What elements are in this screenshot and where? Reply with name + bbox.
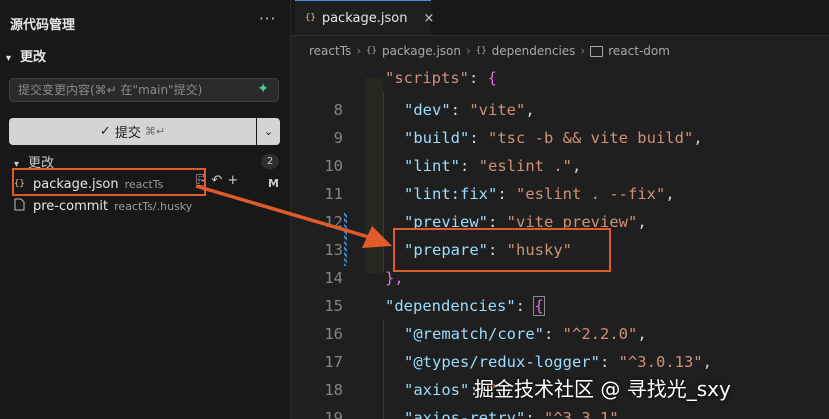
line-number: 8 [333,101,343,119]
tab-label: package.json [321,10,408,26]
line-number: 18 [324,381,343,399]
file-path: reactTs/.husky [114,199,193,213]
code-line: 15 "dependencies": { [291,292,829,320]
code-line: 9 "build": "tsc -b && vite build", [291,124,829,152]
changed-file-row[interactable]: pre-commit reactTs/.husky [14,195,192,217]
brace: { [533,296,545,316]
json-key: "build" [404,129,470,147]
code-line: 10 "lint": "eslint .", [291,152,829,180]
json-value: "eslint ." [478,157,572,175]
json-file-icon: {} [305,13,316,23]
chevron-right-icon: › [465,44,471,58]
commit-dropdown-button[interactable]: ⌄ [257,118,280,145]
code-line: 19 "axios-retry": "^3.3.1", [291,404,829,419]
sparkle-icon[interactable]: ✦ [257,81,269,97]
modified-status-badge: M [268,177,279,190]
breadcrumb-item[interactable]: react-dom [608,44,670,58]
highlight-box [393,228,611,272]
json-key: "axios-retry" [404,409,526,419]
file-name: pre-commit [33,198,109,214]
property-icon [590,45,604,57]
breadcrumb-item[interactable]: reactTs [309,44,351,58]
json-key: "@types/redux-logger" [404,353,600,371]
line-number: 19 [324,409,343,419]
code-line: 17 "@types/redux-logger": "^3.0.13", [291,348,829,376]
code-line: 16 "@rematch/core": "^2.2.0", [291,320,829,348]
json-value: "^2.2.0" [562,325,638,343]
scm-sidebar: 源代码管理 ··· ▾更改 ✦ ✓ 提交 ⌘↵ ⌄ ▾更改 2 {} packa… [0,0,290,419]
commit-shortcut: ⌘↵ [144,125,166,138]
breadcrumb-item[interactable]: package.json [382,44,461,58]
punct: : [469,69,488,87]
check-icon: ✓ [99,124,111,139]
code-line: 8 "dev": "vite", [291,96,829,124]
changes-count-badge: 2 [261,154,279,169]
json-key: "axios" [404,381,470,399]
json-key: "lint" [404,157,460,175]
json-value: "tsc -b && vite build" [488,129,694,147]
json-file-icon: {} [366,46,377,56]
chevron-down-icon: ▾ [6,53,12,64]
chevron-right-icon: › [356,44,362,58]
code-line: 11 "lint:fix": "eslint . --fix", [291,180,829,208]
json-key: "dependencies" [385,297,516,315]
json-value: "vite" [469,101,526,119]
json-key: "scripts" [385,69,469,87]
json-key: "dev" [404,101,451,119]
json-key: "lint:fix" [404,185,498,203]
breadcrumb-item[interactable]: dependencies [492,44,576,58]
code-line: "scripts": { [291,64,829,92]
tab-package-json[interactable]: {} package.json × [295,0,434,35]
editor-pane: {} package.json × reactTs › {} package.j… [291,0,829,419]
line-number: 11 [324,185,343,203]
commit-message-input[interactable] [10,79,256,101]
file-icon [14,198,28,215]
highlight-box [12,168,206,196]
commit-button-label: 提交 [114,126,141,141]
watermark: 掘金技术社区 @ 寻找光_sxy [474,377,731,401]
close-icon[interactable]: × [423,11,434,26]
json-value: "eslint . --fix" [516,185,666,203]
chevron-right-icon: › [580,44,586,58]
breadcrumb: reactTs › {} package.json › {} dependenc… [309,44,670,58]
line-number: 17 [324,353,343,371]
repo-section-header[interactable]: ▾ 更改 [6,46,46,65]
line-number: 14 [324,269,343,287]
ellipsis-icon[interactable]: ··· [259,10,276,28]
line-number: 10 [324,157,343,175]
line-number: 16 [324,325,343,343]
commit-button[interactable]: ✓ 提交 ⌘↵ [9,118,256,145]
object-icon: {} [475,46,487,56]
json-value: "^3.3.1" [544,409,619,419]
line-number: 9 [333,129,343,147]
repo-section-label: 更改 [20,50,47,65]
line-number: 15 [324,297,343,315]
commit-message-box[interactable]: ✦ [9,78,279,102]
stage-changes-icon[interactable]: + [227,173,238,188]
line-number: 13 [324,241,343,259]
line-number: 12 [324,213,343,231]
scm-title: 源代码管理 [10,18,76,33]
discard-changes-icon[interactable]: ↶ [211,173,222,188]
json-key: "@rematch/core" [404,325,544,343]
chevron-down-icon: ⌄ [263,125,274,138]
json-value: "^3.0.13" [618,353,703,371]
tab-bar: {} package.json × [291,0,829,36]
brace: { [487,69,498,87]
